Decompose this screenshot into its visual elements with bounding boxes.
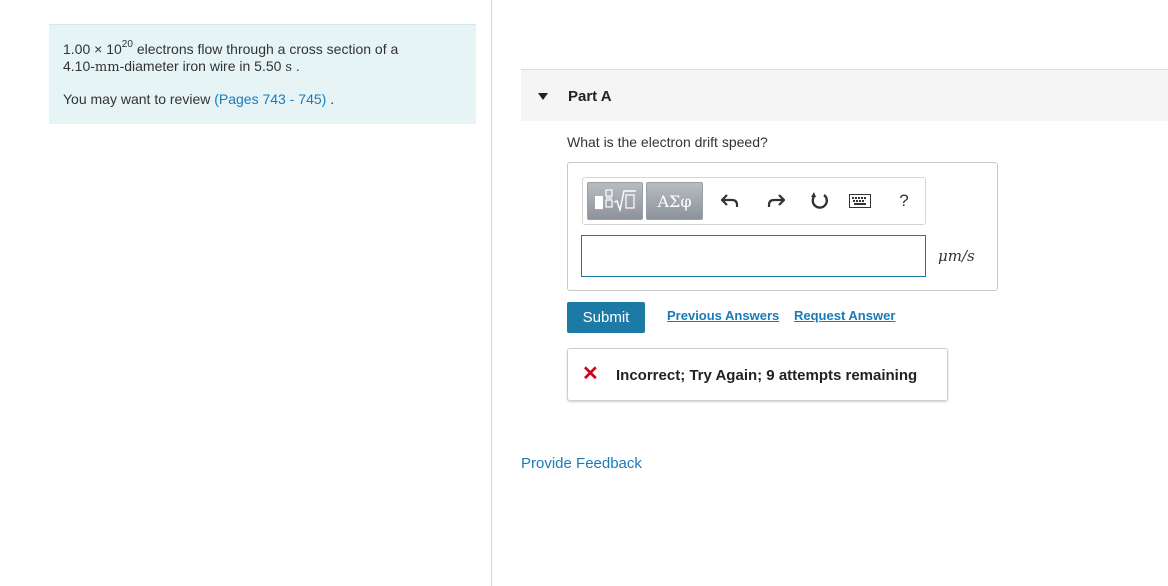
answer-units: μm/s: [938, 247, 975, 265]
math-toolbar: ΑΣφ ?: [582, 177, 926, 225]
problem-line-2: 4.10-mm-diameter iron wire in 5.50 s .: [63, 58, 300, 75]
reset-icon[interactable]: [807, 188, 833, 214]
previous-answers-link[interactable]: Previous Answers: [667, 308, 779, 323]
feedback-text: Incorrect; Try Again; 9 attempts remaini…: [616, 367, 918, 384]
redo-icon[interactable]: [763, 188, 789, 214]
review-pages-link[interactable]: (Pages 743 - 745): [214, 91, 326, 107]
part-title: Part A: [568, 88, 612, 105]
question-text: What is the electron drift speed?: [567, 134, 768, 150]
answer-box: ΑΣφ ? μm/s: [567, 162, 998, 291]
templates-icon: [595, 189, 636, 213]
part-a-header[interactable]: Part A: [521, 69, 1168, 121]
answer-input[interactable]: [581, 235, 926, 277]
collapse-caret-icon[interactable]: [538, 93, 548, 100]
provide-feedback-link[interactable]: Provide Feedback: [521, 455, 642, 472]
review-line: You may want to review (Pages 743 - 745)…: [63, 91, 335, 107]
problem-line-1: 1.00 × 1020 electrons flow through a cro…: [63, 39, 399, 58]
submit-button[interactable]: Submit: [567, 302, 645, 333]
problem-statement: 1.00 × 1020 electrons flow through a cro…: [49, 24, 476, 124]
column-divider: [491, 0, 492, 586]
feedback-message: ✕ Incorrect; Try Again; 9 attempts remai…: [567, 348, 948, 401]
undo-icon[interactable]: [717, 188, 743, 214]
templates-button[interactable]: [587, 182, 643, 220]
keyboard-icon[interactable]: [847, 188, 873, 214]
help-icon[interactable]: ?: [891, 188, 917, 214]
incorrect-x-icon: ✕: [582, 363, 599, 385]
greek-symbols-button[interactable]: ΑΣφ: [646, 182, 703, 220]
request-answer-link[interactable]: Request Answer: [794, 308, 895, 323]
